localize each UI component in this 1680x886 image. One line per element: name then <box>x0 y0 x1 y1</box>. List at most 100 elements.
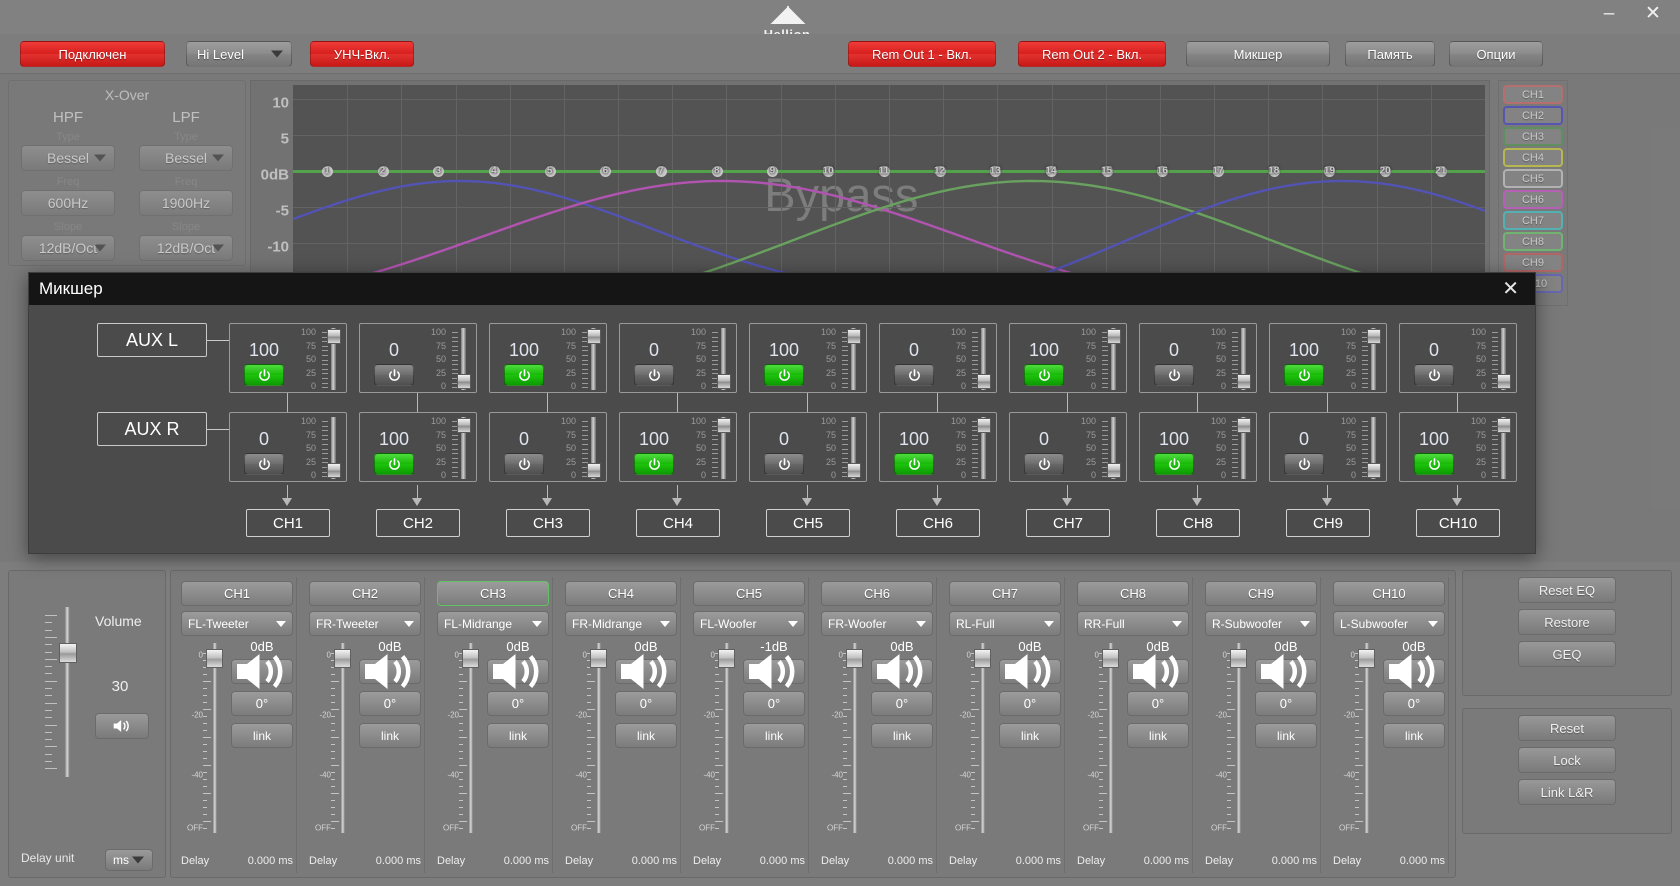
strip-speaker-dropdown[interactable]: FL-Midrange <box>437 611 549 636</box>
mixer-level-slider[interactable] <box>1100 417 1122 479</box>
mixer-power-toggle[interactable] <box>894 364 934 386</box>
mixer-cell-aux-r-ch4[interactable]: 100 100 75 50 25 0 <box>619 412 737 482</box>
mixer-cell-aux-l-ch3[interactable]: 100 100 75 50 25 0 <box>489 323 607 393</box>
graph-channel-tag-ch6[interactable]: CH6 <box>1503 190 1563 209</box>
strip-phase-button[interactable]: 0° <box>1127 691 1189 716</box>
mixer-level-slider[interactable] <box>580 417 602 479</box>
strip-link-button[interactable]: link <box>743 723 805 748</box>
mixer-slider-thumb[interactable] <box>457 418 471 433</box>
mixer-level-slider[interactable] <box>1360 417 1382 479</box>
strip-gain-fader[interactable]: 0 -20 -40 OFF <box>1205 643 1251 833</box>
strip-speaker-dropdown[interactable]: FR-Midrange <box>565 611 677 636</box>
strip-mute-button[interactable] <box>487 654 549 689</box>
strip-mute-button[interactable] <box>871 654 933 689</box>
strip-gain-fader[interactable]: 0 -20 -40 OFF <box>565 643 611 833</box>
mixer-slider-thumb[interactable] <box>1497 374 1511 389</box>
strip-gain-fader[interactable]: 0 -20 -40 OFF <box>437 643 483 833</box>
sys-button-reset[interactable]: Reset <box>1518 715 1616 741</box>
strip-fader-track[interactable] <box>853 643 857 833</box>
strip-fader-track[interactable] <box>1365 643 1369 833</box>
strip-link-button[interactable]: link <box>999 723 1061 748</box>
strip-gain-fader[interactable]: 0 -20 -40 OFF <box>821 643 867 833</box>
strip-speaker-dropdown[interactable]: FL-Woofer <box>693 611 805 636</box>
strip-channel-button[interactable]: CH3 <box>437 581 549 606</box>
mixer-slider-thumb[interactable] <box>1497 418 1511 433</box>
strip-channel-button[interactable]: CH1 <box>181 581 293 606</box>
mixer-power-toggle[interactable] <box>634 364 674 386</box>
mixer-cell-aux-l-ch2[interactable]: 0 100 75 50 25 0 <box>359 323 477 393</box>
mixer-channel-button-ch5[interactable]: CH5 <box>766 509 850 537</box>
mixer-power-toggle[interactable] <box>1024 364 1064 386</box>
strip-fader-track[interactable] <box>981 643 985 833</box>
strip-speaker-dropdown[interactable]: RL-Full <box>949 611 1061 636</box>
input-level-dropdown[interactable]: Hi Level <box>186 41 292 67</box>
mixer-slider-thumb[interactable] <box>327 329 341 344</box>
strip-mute-button[interactable] <box>1127 654 1189 689</box>
lpf-type-dropdown[interactable]: Bessel <box>139 145 233 171</box>
mixer-channel-button-ch6[interactable]: CH6 <box>896 509 980 537</box>
master-volume-slider[interactable] <box>45 607 85 777</box>
mixer-cell-aux-l-ch8[interactable]: 0 100 75 50 25 0 <box>1139 323 1257 393</box>
strip-gain-fader[interactable]: 0 -20 -40 OFF <box>309 643 355 833</box>
strip-speaker-dropdown[interactable]: FR-Woofer <box>821 611 933 636</box>
mixer-level-slider[interactable] <box>1100 328 1122 390</box>
strip-channel-button[interactable]: CH5 <box>693 581 805 606</box>
strip-fader-thumb[interactable] <box>590 649 607 668</box>
mixer-level-slider[interactable] <box>450 328 472 390</box>
mixer-slider-thumb[interactable] <box>717 374 731 389</box>
mixer-close-icon[interactable]: ✕ <box>1496 279 1525 299</box>
strip-mute-button[interactable] <box>359 654 421 689</box>
strip-fader-thumb[interactable] <box>974 649 991 668</box>
mixer-power-toggle[interactable] <box>1154 453 1194 475</box>
mixer-power-toggle[interactable] <box>1154 364 1194 386</box>
mixer-slider-thumb[interactable] <box>587 463 601 478</box>
eq-button-restore[interactable]: Restore <box>1518 609 1616 635</box>
mixer-slider-thumb[interactable] <box>977 374 991 389</box>
strip-fader-track[interactable] <box>725 643 729 833</box>
mixer-slider-thumb[interactable] <box>1237 418 1251 433</box>
volume-slider-track[interactable] <box>65 607 70 777</box>
mixer-channel-button-ch4[interactable]: CH4 <box>636 509 720 537</box>
mixer-power-toggle[interactable] <box>1024 453 1064 475</box>
mixer-cell-aux-l-ch6[interactable]: 0 100 75 50 25 0 <box>879 323 997 393</box>
graph-channel-tag-ch8[interactable]: CH8 <box>1503 232 1563 251</box>
strip-channel-button[interactable]: CH7 <box>949 581 1061 606</box>
hpf-type-dropdown[interactable]: Bessel <box>21 145 115 171</box>
strip-link-button[interactable]: link <box>1383 723 1445 748</box>
mixer-level-slider[interactable] <box>1230 328 1252 390</box>
strip-speaker-dropdown[interactable]: FR-Tweeter <box>309 611 421 636</box>
strip-mute-button[interactable] <box>615 654 677 689</box>
mixer-level-slider[interactable] <box>450 417 472 479</box>
lpf-freq-field[interactable]: 1900Hz <box>139 190 233 216</box>
mixer-channel-button-ch7[interactable]: CH7 <box>1026 509 1110 537</box>
mixer-slider-thumb[interactable] <box>1107 329 1121 344</box>
strip-channel-button[interactable]: CH9 <box>1205 581 1317 606</box>
mixer-cell-aux-r-ch8[interactable]: 100 100 75 50 25 0 <box>1139 412 1257 482</box>
mixer-channel-button-ch8[interactable]: CH8 <box>1156 509 1240 537</box>
mixer-channel-button-ch1[interactable]: CH1 <box>246 509 330 537</box>
strip-fader-thumb[interactable] <box>1102 649 1119 668</box>
strip-link-button[interactable]: link <box>359 723 421 748</box>
mixer-power-toggle[interactable] <box>374 453 414 475</box>
mixer-button[interactable]: Микшер <box>1186 41 1330 67</box>
strip-gain-fader[interactable]: 0 -20 -40 OFF <box>1077 643 1123 833</box>
mixer-level-slider[interactable] <box>320 328 342 390</box>
mixer-slider-thumb[interactable] <box>1237 374 1251 389</box>
strip-channel-button[interactable]: CH8 <box>1077 581 1189 606</box>
strip-link-button[interactable]: link <box>1127 723 1189 748</box>
graph-channel-tag-ch4[interactable]: CH4 <box>1503 148 1563 167</box>
mixer-cell-aux-l-ch1[interactable]: 100 100 75 50 25 0 <box>229 323 347 393</box>
strip-mute-button[interactable] <box>1383 654 1445 689</box>
mixer-channel-button-ch2[interactable]: CH2 <box>376 509 460 537</box>
strip-link-button[interactable]: link <box>871 723 933 748</box>
graph-channel-tag-ch9[interactable]: CH9 <box>1503 253 1563 272</box>
strip-channel-button[interactable]: CH2 <box>309 581 421 606</box>
mixer-slider-thumb[interactable] <box>977 418 991 433</box>
mixer-power-toggle[interactable] <box>504 364 544 386</box>
minimize-button[interactable]: – <box>1598 4 1620 26</box>
strip-gain-fader[interactable]: 0 -20 -40 OFF <box>181 643 227 833</box>
mixer-slider-thumb[interactable] <box>1367 463 1381 478</box>
rem-out-2-button[interactable]: Rem Out 2 - Вкл. <box>1018 41 1166 67</box>
strip-channel-button[interactable]: CH6 <box>821 581 933 606</box>
strip-fader-track[interactable] <box>1109 643 1113 833</box>
